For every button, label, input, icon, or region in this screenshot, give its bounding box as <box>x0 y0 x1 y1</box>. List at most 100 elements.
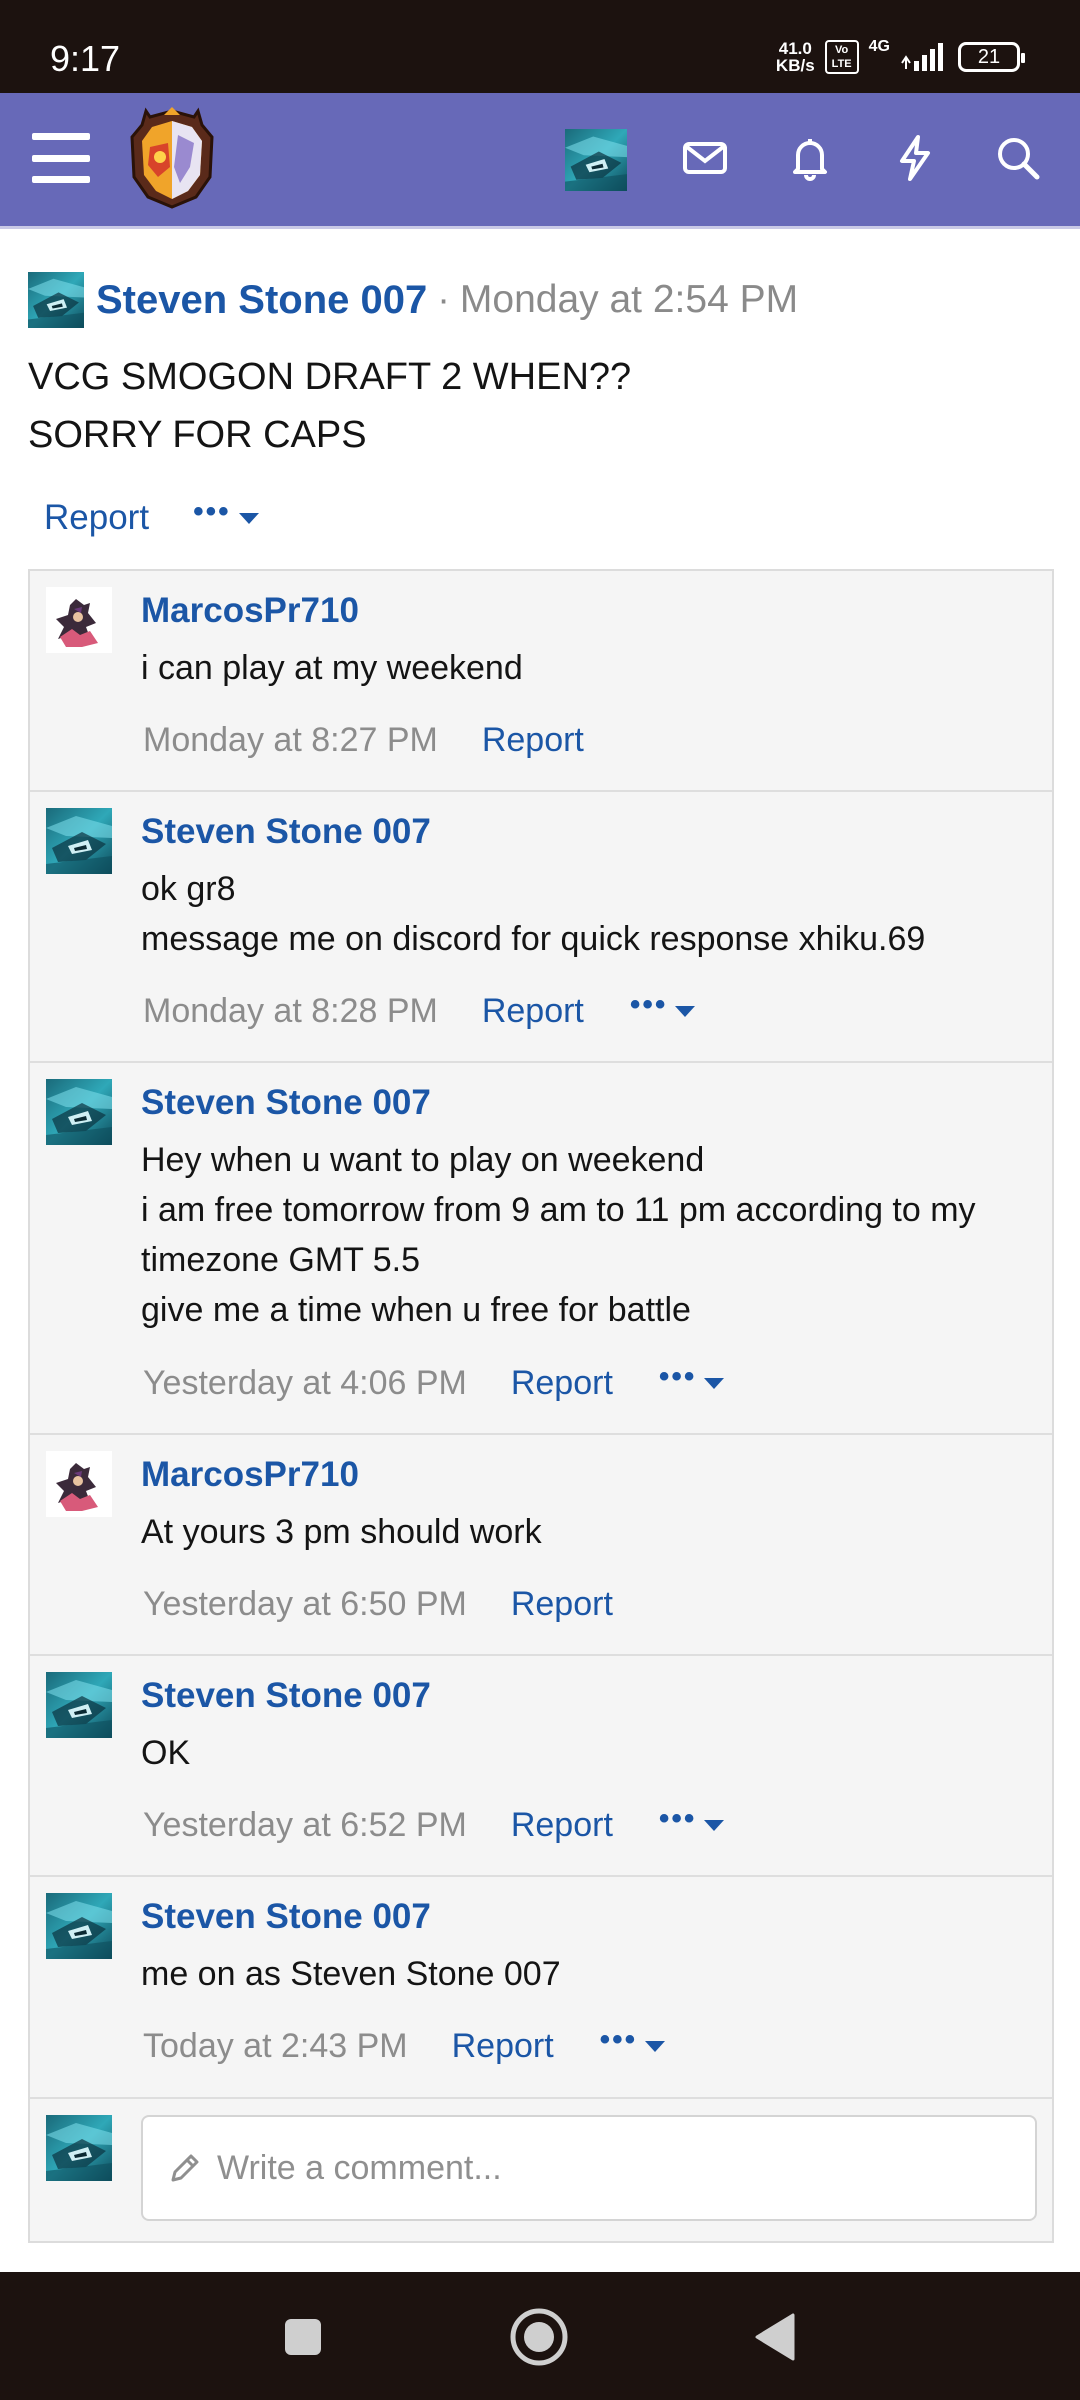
comment-body: Hey when u want to play on weekend i am … <box>141 1135 1041 1335</box>
comment-meta: Today at 2:43 PM Report ••• <box>143 2021 666 2071</box>
comment-line: give me a time when u free for battle <box>141 1291 691 1329</box>
comment-time[interactable]: Monday at 8:28 PM <box>143 992 438 1031</box>
site-logo[interactable] <box>124 107 220 211</box>
comment-line: message me on discord for quick response… <box>141 920 926 958</box>
write-comment-placeholder: Write a comment... <box>217 2148 502 2187</box>
comment-avatar[interactable] <box>46 1893 112 1959</box>
back-button[interactable] <box>740 2302 810 2372</box>
comment-author[interactable]: MarcosPr710 <box>141 1455 359 1495</box>
comment-more-menu[interactable]: ••• <box>630 988 696 1028</box>
comment-body: ok gr8 message me on discord for quick r… <box>141 864 1041 964</box>
recent-apps-icon <box>285 2319 321 2355</box>
comment-author[interactable]: MarcosPr710 <box>141 591 359 631</box>
comment-report-link[interactable]: Report <box>511 1364 613 1403</box>
comment-time[interactable]: Monday at 8:27 PM <box>143 721 438 760</box>
comment-report-link[interactable]: Report <box>511 1585 613 1624</box>
status-indicators: 41.0 KB/s Vo LTE 4G 21 <box>776 38 1025 74</box>
caret-down-icon <box>704 1820 725 1831</box>
comment-author[interactable]: Steven Stone 007 <box>141 812 431 852</box>
more-dots-icon: ••• <box>193 495 231 528</box>
comment-avatar[interactable] <box>46 808 112 874</box>
comment-line: ok gr8 <box>141 870 236 908</box>
comment-line: timezone GMT 5.5 <box>141 1241 421 1279</box>
caret-down-icon <box>645 2041 666 2052</box>
more-dots-icon: ••• <box>658 1360 697 1393</box>
comment-item: Steven Stone 007 OK Yesterday at 6:52 PM… <box>30 1656 1052 1877</box>
comment-meta: Yesterday at 4:06 PM Report ••• <box>143 1358 725 1408</box>
caret-down-icon <box>238 513 259 524</box>
caret-down-icon <box>704 1378 725 1389</box>
write-comment-area: Write a comment... <box>30 2099 1052 2243</box>
battery-level: 21 <box>977 45 1001 68</box>
comment-time[interactable]: Yesterday at 6:52 PM <box>143 1806 467 1845</box>
post-time[interactable]: Monday at 2:54 PM <box>460 278 798 322</box>
system-nav-bar <box>0 2272 1080 2400</box>
app-header <box>0 93 1080 229</box>
comment-report-link[interactable]: Report <box>511 1806 613 1845</box>
comment-more-menu[interactable]: ••• <box>659 1802 725 1842</box>
search-icon[interactable] <box>993 133 1043 183</box>
current-user-avatar <box>46 2115 112 2181</box>
network-type: 4G <box>868 38 890 55</box>
comment-line: i am free tomorrow from 9 am to 11 pm ac… <box>141 1191 976 1229</box>
post-report-link[interactable]: Report <box>44 498 149 538</box>
comment-time[interactable]: Today at 2:43 PM <box>143 2027 408 2066</box>
comment-avatar[interactable] <box>46 1079 112 1145</box>
comment-line: OK <box>141 1734 191 1772</box>
comment-line: Hey when u want to play on weekend <box>141 1141 705 1179</box>
comment-avatar[interactable] <box>46 587 112 653</box>
comment-author[interactable]: Steven Stone 007 <box>141 1897 431 1937</box>
comment-item: MarcosPr710 At yours 3 pm should work Ye… <box>30 1435 1052 1656</box>
comment-report-link[interactable]: Report <box>452 2027 554 2066</box>
volte-icon: Vo LTE <box>824 40 859 74</box>
more-dots-icon: ••• <box>629 988 668 1021</box>
comment-meta: Yesterday at 6:50 PM Report <box>143 1579 613 1629</box>
post-body-line: VCG SMOGON DRAFT 2 WHEN?? <box>28 356 632 398</box>
hamburger-icon[interactable] <box>32 133 90 183</box>
comment-meta: Yesterday at 6:52 PM Report ••• <box>143 1800 725 1850</box>
comment-meta: Monday at 8:27 PM Report <box>143 715 584 765</box>
signal-icon <box>901 43 943 71</box>
comment-line: At yours 3 pm should work <box>141 1513 542 1551</box>
profile-post: Steven Stone 007 · Monday at 2:54 PM VCG… <box>28 270 1052 542</box>
post-more-menu[interactable]: ••• <box>193 495 259 535</box>
comment-author[interactable]: Steven Stone 007 <box>141 1083 431 1123</box>
comment-body: OK <box>141 1728 1041 1778</box>
comment-avatar[interactable] <box>46 1451 112 1517</box>
more-dots-icon: ••• <box>658 1802 697 1835</box>
bolt-icon[interactable] <box>890 133 940 183</box>
mail-icon[interactable] <box>680 133 730 183</box>
post-author-avatar[interactable] <box>28 272 84 328</box>
post-author[interactable]: Steven Stone 007 <box>96 278 427 323</box>
comment-time[interactable]: Yesterday at 6:50 PM <box>143 1585 467 1624</box>
comment-author[interactable]: Steven Stone 007 <box>141 1676 431 1716</box>
status-time: 9:17 <box>50 38 121 79</box>
comment-body: At yours 3 pm should work <box>141 1507 1041 1557</box>
comment-line: me on as Steven Stone 007 <box>141 1955 561 1993</box>
comment-more-menu[interactable]: ••• <box>600 2023 666 2063</box>
post-body-line: SORRY FOR CAPS <box>28 414 367 456</box>
comment-item: Steven Stone 007 Hey when u want to play… <box>30 1063 1052 1435</box>
write-comment-input[interactable]: Write a comment... <box>141 2115 1037 2221</box>
bell-icon[interactable] <box>785 133 835 183</box>
comment-report-link[interactable]: Report <box>482 721 584 760</box>
comment-line: i can play at my weekend <box>141 649 523 687</box>
comment-body: me on as Steven Stone 007 <box>141 1949 1041 1999</box>
comment-time[interactable]: Yesterday at 4:06 PM <box>143 1364 467 1403</box>
post-actions: Report ••• <box>28 494 1052 542</box>
comment-item: Steven Stone 007 ok gr8 message me on di… <box>30 792 1052 1063</box>
post-body: VCG SMOGON DRAFT 2 WHEN?? SORRY FOR CAPS <box>28 348 1052 464</box>
comment-avatar[interactable] <box>46 1672 112 1738</box>
comment-more-menu[interactable]: ••• <box>659 1360 725 1400</box>
status-bar: 9:17 41.0 KB/s Vo LTE 4G 21 <box>0 0 1080 93</box>
network-speed: 41.0 KB/s <box>776 40 815 74</box>
comment-report-link[interactable]: Report <box>482 992 584 1031</box>
user-avatar[interactable] <box>565 129 627 191</box>
caret-down-icon <box>675 1006 696 1017</box>
post-separator: · <box>437 278 450 321</box>
comment-meta: Monday at 8:28 PM Report ••• <box>143 986 696 1036</box>
home-button[interactable] <box>504 2302 574 2372</box>
battery-icon: 21 <box>958 42 1025 72</box>
recent-apps-button[interactable] <box>268 2302 338 2372</box>
pencil-icon <box>171 2154 199 2182</box>
